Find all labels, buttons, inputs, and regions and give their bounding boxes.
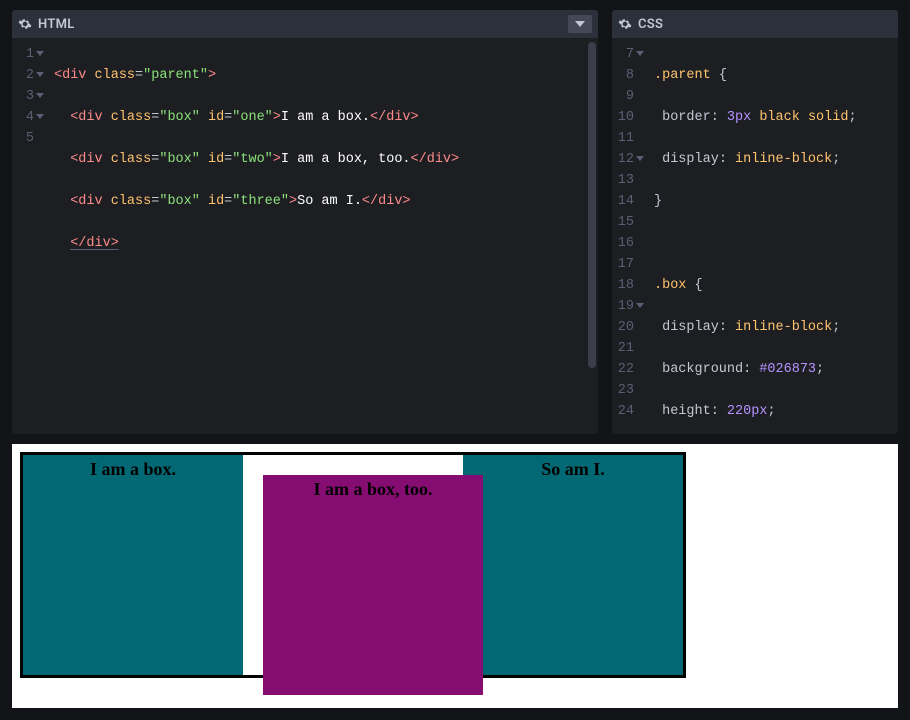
line-number: 9 xyxy=(612,86,634,107)
html-panel-header: HTML xyxy=(12,10,598,38)
html-code[interactable]: <div class="parent"> <div class="box" id… xyxy=(40,38,598,434)
line-number: 1 xyxy=(12,44,34,65)
line-number: 14 xyxy=(612,191,634,212)
chevron-down-icon xyxy=(575,21,585,27)
line-number: 11 xyxy=(612,128,634,149)
line-number: 15 xyxy=(612,212,634,233)
preview-box-two: I am a box, too. xyxy=(263,475,483,695)
line-number: 20 xyxy=(612,317,634,338)
css-panel: CSS 7 8 9 10 11 12 13 14 15 16 17 18 19 … xyxy=(612,10,898,434)
gear-icon[interactable] xyxy=(18,17,32,31)
line-number: 2 xyxy=(12,65,34,86)
editor-panels: HTML 1 2 3 4 5 <div class="parent"> <div… xyxy=(0,0,910,444)
preview-pane: I am a box.I am a box, too.So am I. xyxy=(12,444,898,708)
preview-box-one: I am a box. xyxy=(23,455,243,675)
css-gutter: 7 8 9 10 11 12 13 14 15 16 17 18 19 20 2… xyxy=(612,38,640,434)
html-panel: HTML 1 2 3 4 5 <div class="parent"> <div… xyxy=(12,10,598,434)
panel-dropdown-button[interactable] xyxy=(568,15,592,33)
line-number: 18 xyxy=(612,275,634,296)
line-number: 7 xyxy=(612,44,634,65)
line-number: 17 xyxy=(612,254,634,275)
gear-icon[interactable] xyxy=(618,17,632,31)
css-panel-header: CSS xyxy=(612,10,898,38)
line-number: 24 xyxy=(612,401,634,422)
line-number: 23 xyxy=(612,380,634,401)
line-number: 5 xyxy=(12,128,34,149)
line-number: 4 xyxy=(12,107,34,128)
line-number: 22 xyxy=(612,359,634,380)
html-panel-title: HTML xyxy=(38,17,75,32)
line-number: 8 xyxy=(612,65,634,86)
line-number: 16 xyxy=(612,233,634,254)
css-panel-title: CSS xyxy=(638,17,663,32)
html-editor[interactable]: 1 2 3 4 5 <div class="parent"> <div clas… xyxy=(12,38,598,434)
line-number: 10 xyxy=(612,107,634,128)
line-number: 13 xyxy=(612,170,634,191)
html-gutter: 1 2 3 4 5 xyxy=(12,38,40,434)
line-number: 12 xyxy=(612,149,634,170)
preview-parent: I am a box.I am a box, too.So am I. xyxy=(20,452,686,678)
line-number: 21 xyxy=(612,338,634,359)
preview-box-three: So am I. xyxy=(463,455,683,675)
css-code[interactable]: .parent { border: 3px black solid; displ… xyxy=(640,38,898,434)
css-editor[interactable]: 7 8 9 10 11 12 13 14 15 16 17 18 19 20 2… xyxy=(612,38,898,434)
line-number: 3 xyxy=(12,86,34,107)
line-number: 19 xyxy=(612,296,634,317)
html-scrollbar[interactable] xyxy=(588,42,596,430)
